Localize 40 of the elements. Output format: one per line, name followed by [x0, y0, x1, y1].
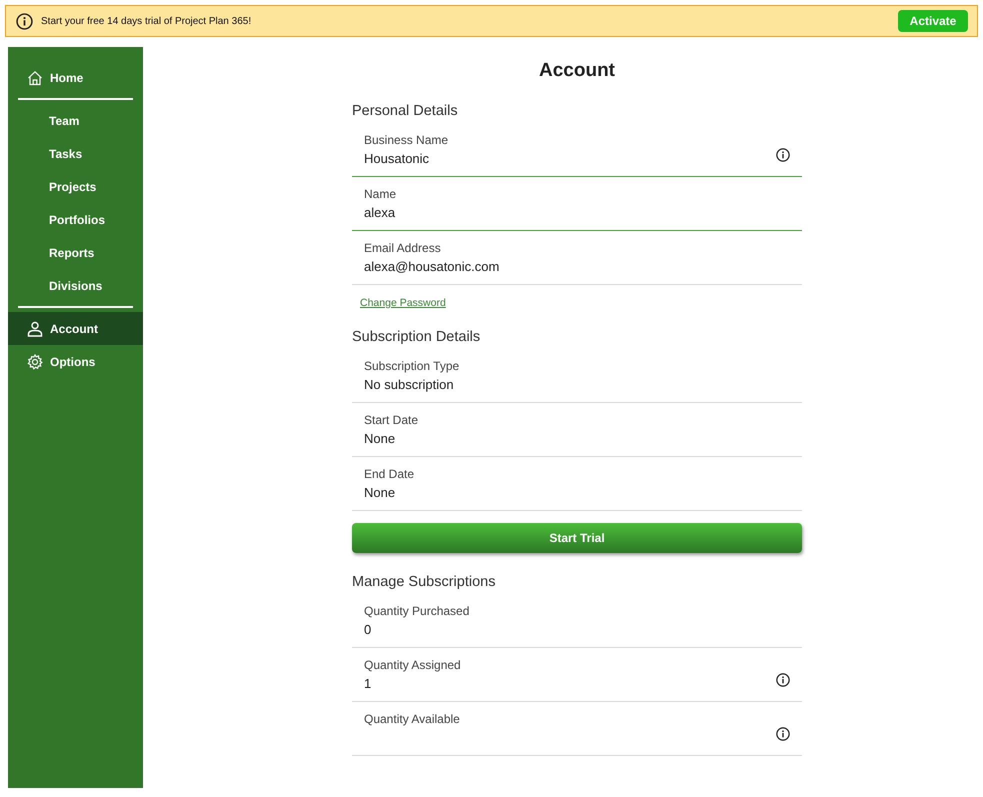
info-icon [776, 148, 790, 162]
field-label: Subscription Type [364, 358, 460, 374]
section-heading: Manage Subscriptions [352, 573, 496, 592]
page-title: Account [538, 59, 616, 83]
info-icon [776, 727, 790, 742]
field-value: None [364, 484, 396, 502]
field-value: alexa@housatonic.com [364, 258, 500, 276]
sidebar-item[interactable]: Account [8, 312, 143, 345]
home-icon [27, 70, 43, 86]
start-trial-button[interactable]: Start Trial [352, 523, 802, 554]
info-icon [776, 673, 790, 688]
field-label: Business Name [364, 132, 450, 148]
section-heading: Subscription Details [352, 328, 482, 348]
settings-icon [27, 354, 43, 370]
user-icon [27, 320, 43, 336]
change-password-link[interactable]: Change Password [360, 296, 446, 312]
field-label: Quantity Available [364, 711, 461, 728]
banner-message: Start your free 14 days trial of Project Plan 365! [41, 14, 252, 28]
sidebar-item[interactable]: Options [8, 345, 143, 378]
field-value: No subscription [364, 376, 454, 394]
field-label: Quantity Purchased [364, 603, 470, 620]
section-heading: Personal Details [352, 102, 459, 120]
field-value: Housatonic [364, 150, 430, 168]
info-icon [16, 12, 33, 30]
field-value: None [364, 430, 396, 448]
sidebar-item[interactable]: Projects [8, 170, 143, 203]
sidebar-item[interactable]: Home [8, 61, 143, 94]
field-label: Name [364, 186, 398, 202]
field-label: Email Address [364, 240, 442, 256]
field-label: End Date [364, 466, 416, 482]
sidebar-item[interactable]: Portfolios [8, 203, 143, 236]
sidebar-item[interactable]: Divisions [8, 269, 143, 302]
field-label: Quantity Assigned [364, 657, 462, 674]
sidebar-item[interactable]: Tasks [8, 137, 143, 170]
sidebar-item[interactable]: Team [8, 104, 143, 137]
field-value: 1 [364, 675, 372, 694]
field-value: 0 [364, 621, 372, 640]
field-value: alexa [364, 204, 396, 222]
field-label: Start Date [364, 412, 420, 428]
sidebar-item[interactable]: Reports [8, 236, 143, 269]
